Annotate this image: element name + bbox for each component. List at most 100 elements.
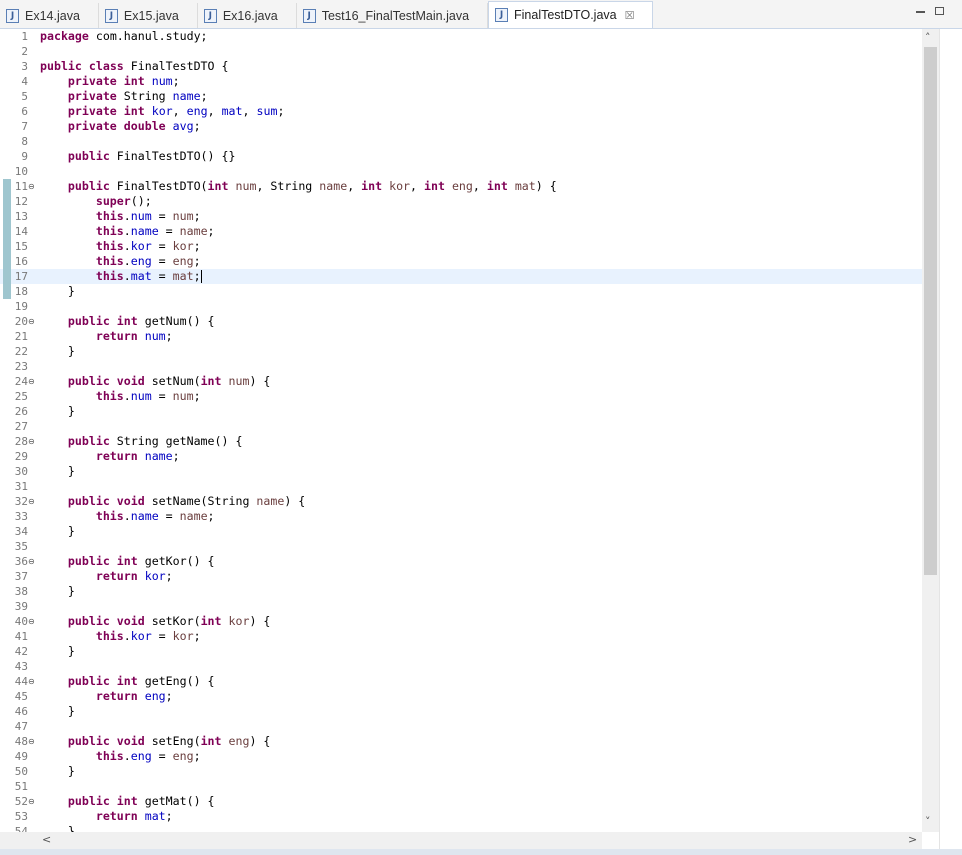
code-line[interactable]: 30 }	[0, 464, 922, 479]
code-line[interactable]: 34 }	[0, 524, 922, 539]
fold-toggle-icon[interactable]: ⊖	[28, 734, 38, 749]
code-line[interactable]: 49 this.eng = eng;	[0, 749, 922, 764]
code-line[interactable]: 44 ⊖ public int getEng() {	[0, 674, 922, 689]
line-number: 47	[14, 720, 28, 733]
scroll-up-icon[interactable]: ˄	[925, 31, 931, 44]
tab-finaltestdto-java[interactable]: J FinalTestDTO.java ☒	[488, 1, 654, 28]
code-line[interactable]: 9 public FinalTestDTO() {}	[0, 149, 922, 164]
code-line[interactable]: 45 return eng;	[0, 689, 922, 704]
code-line[interactable]: 27	[0, 419, 922, 434]
code-line[interactable]: 22 }	[0, 344, 922, 359]
code-text: }	[40, 284, 75, 298]
code-text: this.kor = kor;	[95, 629, 201, 643]
code-line[interactable]: 10	[0, 164, 922, 179]
scroll-right-icon[interactable]: >	[908, 833, 917, 846]
code-text: public FinalTestDTO(int num, String name…	[67, 179, 557, 193]
tab-label: Ex15.java	[123, 8, 179, 23]
code-line[interactable]: 37 return kor;	[0, 569, 922, 584]
code-line[interactable]: 6 private int kor, eng, mat, sum;	[0, 104, 922, 119]
code-line[interactable]: 2	[0, 44, 922, 59]
fold-toggle-icon[interactable]: ⊖	[28, 179, 38, 194]
code-line[interactable]: 4 private int num;	[0, 74, 922, 89]
code-line[interactable]: 40 ⊖ public void setKor(int kor) {	[0, 614, 922, 629]
code-line[interactable]: 32 ⊖ public void setName(String name) {	[0, 494, 922, 509]
code-line[interactable]: 41 this.kor = kor;	[0, 629, 922, 644]
tab-ex16-java[interactable]: J Ex16.java	[198, 3, 297, 28]
code-line[interactable]: 52 ⊖ public int getMat() {	[0, 794, 922, 809]
code-line[interactable]: 43	[0, 659, 922, 674]
code-line[interactable]: 35	[0, 539, 922, 554]
text-caret	[200, 270, 202, 283]
fold-toggle-icon[interactable]: ⊖	[28, 794, 38, 809]
code-line[interactable]: 48 ⊖ public void setEng(int eng) {	[0, 734, 922, 749]
fold-toggle-icon[interactable]: ⊖	[28, 314, 38, 329]
code-line[interactable]: 23	[0, 359, 922, 374]
fold-toggle-icon[interactable]: ⊖	[28, 494, 38, 509]
code-text: }	[40, 824, 75, 832]
vertical-scroll-thumb[interactable]	[924, 47, 937, 575]
maximize-icon[interactable]	[935, 7, 944, 15]
code-line[interactable]: 31	[0, 479, 922, 494]
code-line[interactable]: 3 public class FinalTestDTO {	[0, 59, 922, 74]
code-text: }	[40, 524, 75, 538]
code-line[interactable]: 28 ⊖ public String getName() {	[0, 434, 922, 449]
vertical-scrollbar[interactable]: ˄ ˅	[922, 29, 939, 832]
fold-toggle-icon[interactable]: ⊖	[28, 434, 38, 449]
scroll-down-icon[interactable]: ˅	[925, 815, 931, 828]
tab-test16-finaltestmain-java[interactable]: J Test16_FinalTestMain.java	[297, 3, 489, 28]
horizontal-scrollbar[interactable]: < >	[0, 832, 922, 849]
code-line[interactable]: 14 this.name = name;	[0, 224, 922, 239]
code-line[interactable]: 18 }	[0, 284, 922, 299]
tab-ex14-java[interactable]: J Ex14.java	[0, 3, 99, 28]
fold-toggle-icon[interactable]: ⊖	[28, 674, 38, 689]
code-line[interactable]: 53 return mat;	[0, 809, 922, 824]
code-line[interactable]: 13 this.num = num;	[0, 209, 922, 224]
fold-toggle-icon[interactable]: ⊖	[28, 554, 38, 569]
code-line[interactable]: 21 return num;	[0, 329, 922, 344]
code-line[interactable]: 36 ⊖ public int getKor() {	[0, 554, 922, 569]
code-editor[interactable]: 1 package com.hanul.study; 2 3 public class …	[0, 29, 922, 832]
code-line[interactable]: 47	[0, 719, 922, 734]
code-text: public class FinalTestDTO {	[40, 59, 229, 73]
code-line[interactable]: 1 package com.hanul.study;	[0, 29, 922, 44]
code-line[interactable]: 46 }	[0, 704, 922, 719]
code-line[interactable]: 25 this.num = num;	[0, 389, 922, 404]
code-line[interactable]: 11 ⊖ public FinalTestDTO(int num, String …	[0, 179, 922, 194]
code-line[interactable]: 54 }	[0, 824, 922, 832]
code-line[interactable]: 5 private String name;	[0, 89, 922, 104]
code-line[interactable]: 50 }	[0, 764, 922, 779]
close-tab-icon[interactable]: ☒	[625, 9, 635, 22]
code-line[interactable]: 12 super();	[0, 194, 922, 209]
line-number: 45	[14, 690, 28, 703]
code-line[interactable]: 19	[0, 299, 922, 314]
code-line[interactable]: 39	[0, 599, 922, 614]
code-text: return num;	[95, 329, 173, 343]
line-number: 7	[21, 120, 28, 133]
code-line[interactable]: 7 private double avg;	[0, 119, 922, 134]
line-number: 37	[14, 570, 28, 583]
code-line[interactable]: 51	[0, 779, 922, 794]
code-text: public void setName(String name) {	[67, 494, 306, 508]
code-line[interactable]: 38 }	[0, 584, 922, 599]
code-line[interactable]: 29 return name;	[0, 449, 922, 464]
scroll-left-icon[interactable]: <	[42, 833, 51, 846]
code-line[interactable]: 26 }	[0, 404, 922, 419]
code-line[interactable]: 33 this.name = name;	[0, 509, 922, 524]
tab-label: Ex16.java	[222, 8, 278, 23]
fold-toggle-icon[interactable]: ⊖	[28, 614, 38, 629]
code-line[interactable]: 24 ⊖ public void setNum(int num) {	[0, 374, 922, 389]
minimize-icon[interactable]	[916, 11, 925, 13]
code-line[interactable]: 15 this.kor = kor;	[0, 239, 922, 254]
line-number: 42	[14, 645, 28, 658]
code-line[interactable]: 16 this.eng = eng;	[0, 254, 922, 269]
line-number: 25	[14, 390, 28, 403]
fold-toggle-icon[interactable]: ⊖	[28, 374, 38, 389]
code-line[interactable]: 17 this.mat = mat;	[0, 269, 922, 284]
code-text: return name;	[95, 449, 180, 463]
line-number: 26	[14, 405, 28, 418]
code-line[interactable]: 20 ⊖ public int getNum() {	[0, 314, 922, 329]
tab-ex15-java[interactable]: J Ex15.java	[99, 3, 198, 28]
tab-label: Test16_FinalTestMain.java	[321, 8, 470, 23]
code-line[interactable]: 8	[0, 134, 922, 149]
code-line[interactable]: 42 }	[0, 644, 922, 659]
